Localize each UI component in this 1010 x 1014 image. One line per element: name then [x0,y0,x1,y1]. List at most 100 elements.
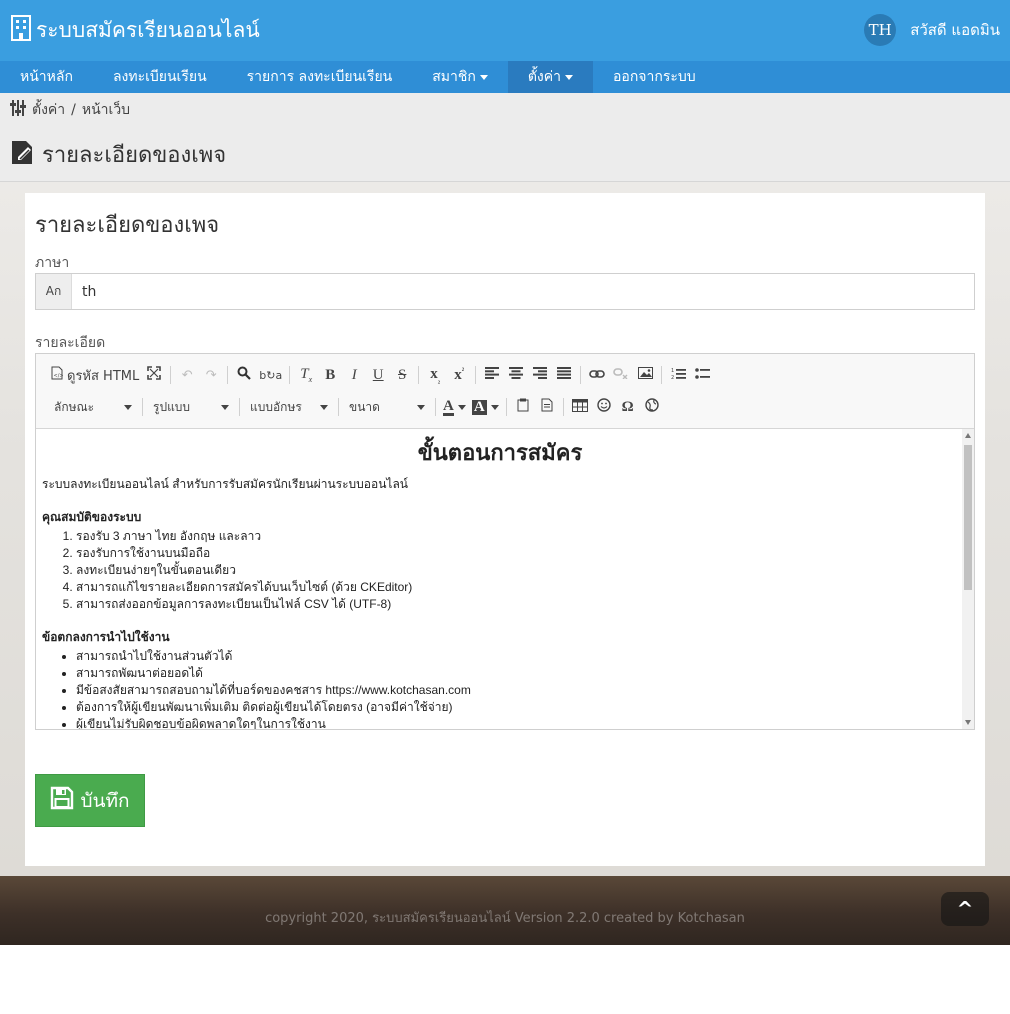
iframe-button[interactable] [640,395,664,419]
toolbar-separator [227,366,229,384]
user-menu[interactable]: TH สวัสดี แอดมิน [864,14,1000,46]
list-item: ผู้เขียนไม่รับผิดชอบข้อผิดพลาดใดๆในการใช… [76,716,958,729]
list-item: ลงทะเบียนง่ายๆในขั้นตอนเดียว [76,562,958,579]
bold-button[interactable]: B [318,363,342,387]
document-code-icon: </> [51,366,64,384]
superscript-button[interactable]: x² [447,363,471,387]
nav-item-home[interactable]: หน้าหลัก [0,61,93,93]
nav-item-members[interactable]: สมาชิก [412,61,508,93]
scrollbar-thumb[interactable] [964,445,972,590]
page-title: รายละเอียดของเพจ [10,137,226,172]
styles-combo[interactable]: ลักษณะ [48,395,138,419]
align-right-icon [533,367,548,383]
maximize-button[interactable] [142,363,166,387]
editor-content[interactable]: ขั้นตอนการสมัคร ระบบลงทะเบียนออนไลน์ สำห… [36,429,964,729]
source-button-label: ดูรหัส HTML [67,368,140,384]
content-intro: ระบบลงทะเบียนออนไลน์ สำหรับการรับสมัครนั… [42,477,408,491]
background-color-button[interactable]: A [469,395,502,419]
sliders-icon [10,99,26,121]
remove-format-button[interactable]: Tx [294,363,318,387]
features-title: คุณสมบัติของระบบ [42,510,142,524]
format-combo[interactable]: รูปแบบ [147,395,235,419]
underline-button[interactable]: U [366,363,390,387]
terms-list: สามารถนำไปใช้งานส่วนตัวได้ สามารถพัฒนาต่… [76,648,958,729]
toolbar-separator [562,398,564,416]
avatar[interactable]: TH [864,14,897,46]
italic-button[interactable]: I [342,363,366,387]
scroll-down-icon[interactable] [965,720,971,725]
underline-icon: U [372,366,384,383]
back-to-top-button[interactable]: ^ [941,892,989,926]
save-button[interactable]: บันทึก [35,774,145,827]
translate-icon: Aก [36,274,72,309]
source-button[interactable]: </> ดูรหัส HTML [48,363,142,387]
image-icon [637,367,653,383]
page-title-text: รายละเอียดของเพจ [42,143,227,168]
redo-button[interactable]: ↷ [199,363,223,387]
subheader: ตั้งค่า / หน้าเว็บ รายละเอียดของเพจ [0,93,1010,182]
toolbar-separator [505,398,507,416]
justify-button[interactable] [552,363,576,387]
subscript-button[interactable]: x₂ [423,363,447,387]
size-combo[interactable]: ขนาด [343,395,431,419]
superscript-icon: x² [454,366,465,383]
align-left-button[interactable] [480,363,504,387]
special-char-button[interactable]: Ω [616,395,640,419]
building-icon [10,15,32,45]
paste-text-button[interactable] [511,395,535,419]
language-input[interactable] [72,274,974,309]
main-nav: หน้าหลัก ลงทะเบียนเรียน รายการ ลงทะเบียน… [0,61,1010,93]
toolbar-separator [338,398,339,416]
breadcrumb-current[interactable]: หน้าเว็บ [82,99,130,121]
nav-item-register[interactable]: ลงทะเบียนเรียน [93,61,227,93]
table-button[interactable] [568,395,592,419]
nav-item-settings[interactable]: ตั้งค่า [507,61,593,93]
brand[interactable]: ระบบสมัครเรียนออนไลน์ [10,14,260,46]
nav-item-logout[interactable]: ออกจากระบบ [593,61,716,93]
templates-button[interactable] [535,395,559,419]
numbered-list-icon: 12 [671,367,686,384]
user-greeting[interactable]: สวัสดี แอดมิน [910,18,1000,42]
clipboard-icon [517,398,529,416]
breadcrumb-parent[interactable]: ตั้งค่า [32,99,65,121]
floppy-disk-icon [50,786,74,815]
svg-text:</>: </> [54,373,64,379]
language-field-group: Aก [35,273,975,310]
undo-icon: ↶ [181,367,193,383]
globe-icon [644,398,659,416]
find-button[interactable] [232,363,256,387]
bold-icon: B [325,366,336,383]
footer-copyright: copyright 2020, ระบบสมัครเรียนออนไลน์ Ve… [265,911,745,926]
nav-item-settings-label: ตั้งค่า [527,69,561,85]
link-button[interactable] [585,363,609,387]
styles-combo-label: ลักษณะ [54,399,95,414]
list-item: ต้องการให้ผู้เขียนพัฒนาเพิ่มเติม ติดต่อผ… [76,699,958,716]
chevron-down-icon [457,404,466,410]
unlink-button[interactable] [609,363,633,387]
italic-icon: I [351,366,357,383]
bulleted-list-button[interactable] [690,363,714,387]
strikethrough-button[interactable]: S [390,363,414,387]
align-center-button[interactable] [504,363,528,387]
font-combo[interactable]: แบบอักษร [244,395,334,419]
nav-item-registration-list[interactable]: รายการ ลงทะเบียนเรียน [227,61,413,93]
emoji-button[interactable] [592,395,616,419]
text-color-button[interactable]: A [440,395,469,419]
replace-button[interactable]: b↻a [256,363,285,387]
numbered-list-button[interactable]: 12 [666,363,690,387]
toolbar-separator [580,366,582,384]
undo-button[interactable]: ↶ [175,363,199,387]
top-header: ระบบสมัครเรียนออนไลน์ TH สวัสดี แอดมิน [0,0,1010,61]
align-right-button[interactable] [528,363,552,387]
font-combo-label: แบบอักษร [250,399,302,414]
toolbar-row-2: ลักษณะ รูปแบบ แบบอักษร ขนาด A A Ω [48,394,664,420]
toolbar-separator [475,366,477,384]
card-title: รายละเอียดของเพจ [35,213,220,238]
scroll-up-icon[interactable] [965,433,971,438]
toolbar-separator [418,366,420,384]
editor-scrollbar[interactable] [962,429,974,729]
form-card: รายละเอียดของเพจ ภาษา Aก รายละเอียด </> … [25,193,985,866]
list-item: สามารถแก้ไขรายละเอียดการสมัครได้บนเว็บไซ… [76,579,958,596]
toolbar-row-1: </> ดูรหัส HTML ↶ ↷ b↻a Tx B I U S x₂ x² [48,362,714,388]
image-button[interactable] [633,363,657,387]
